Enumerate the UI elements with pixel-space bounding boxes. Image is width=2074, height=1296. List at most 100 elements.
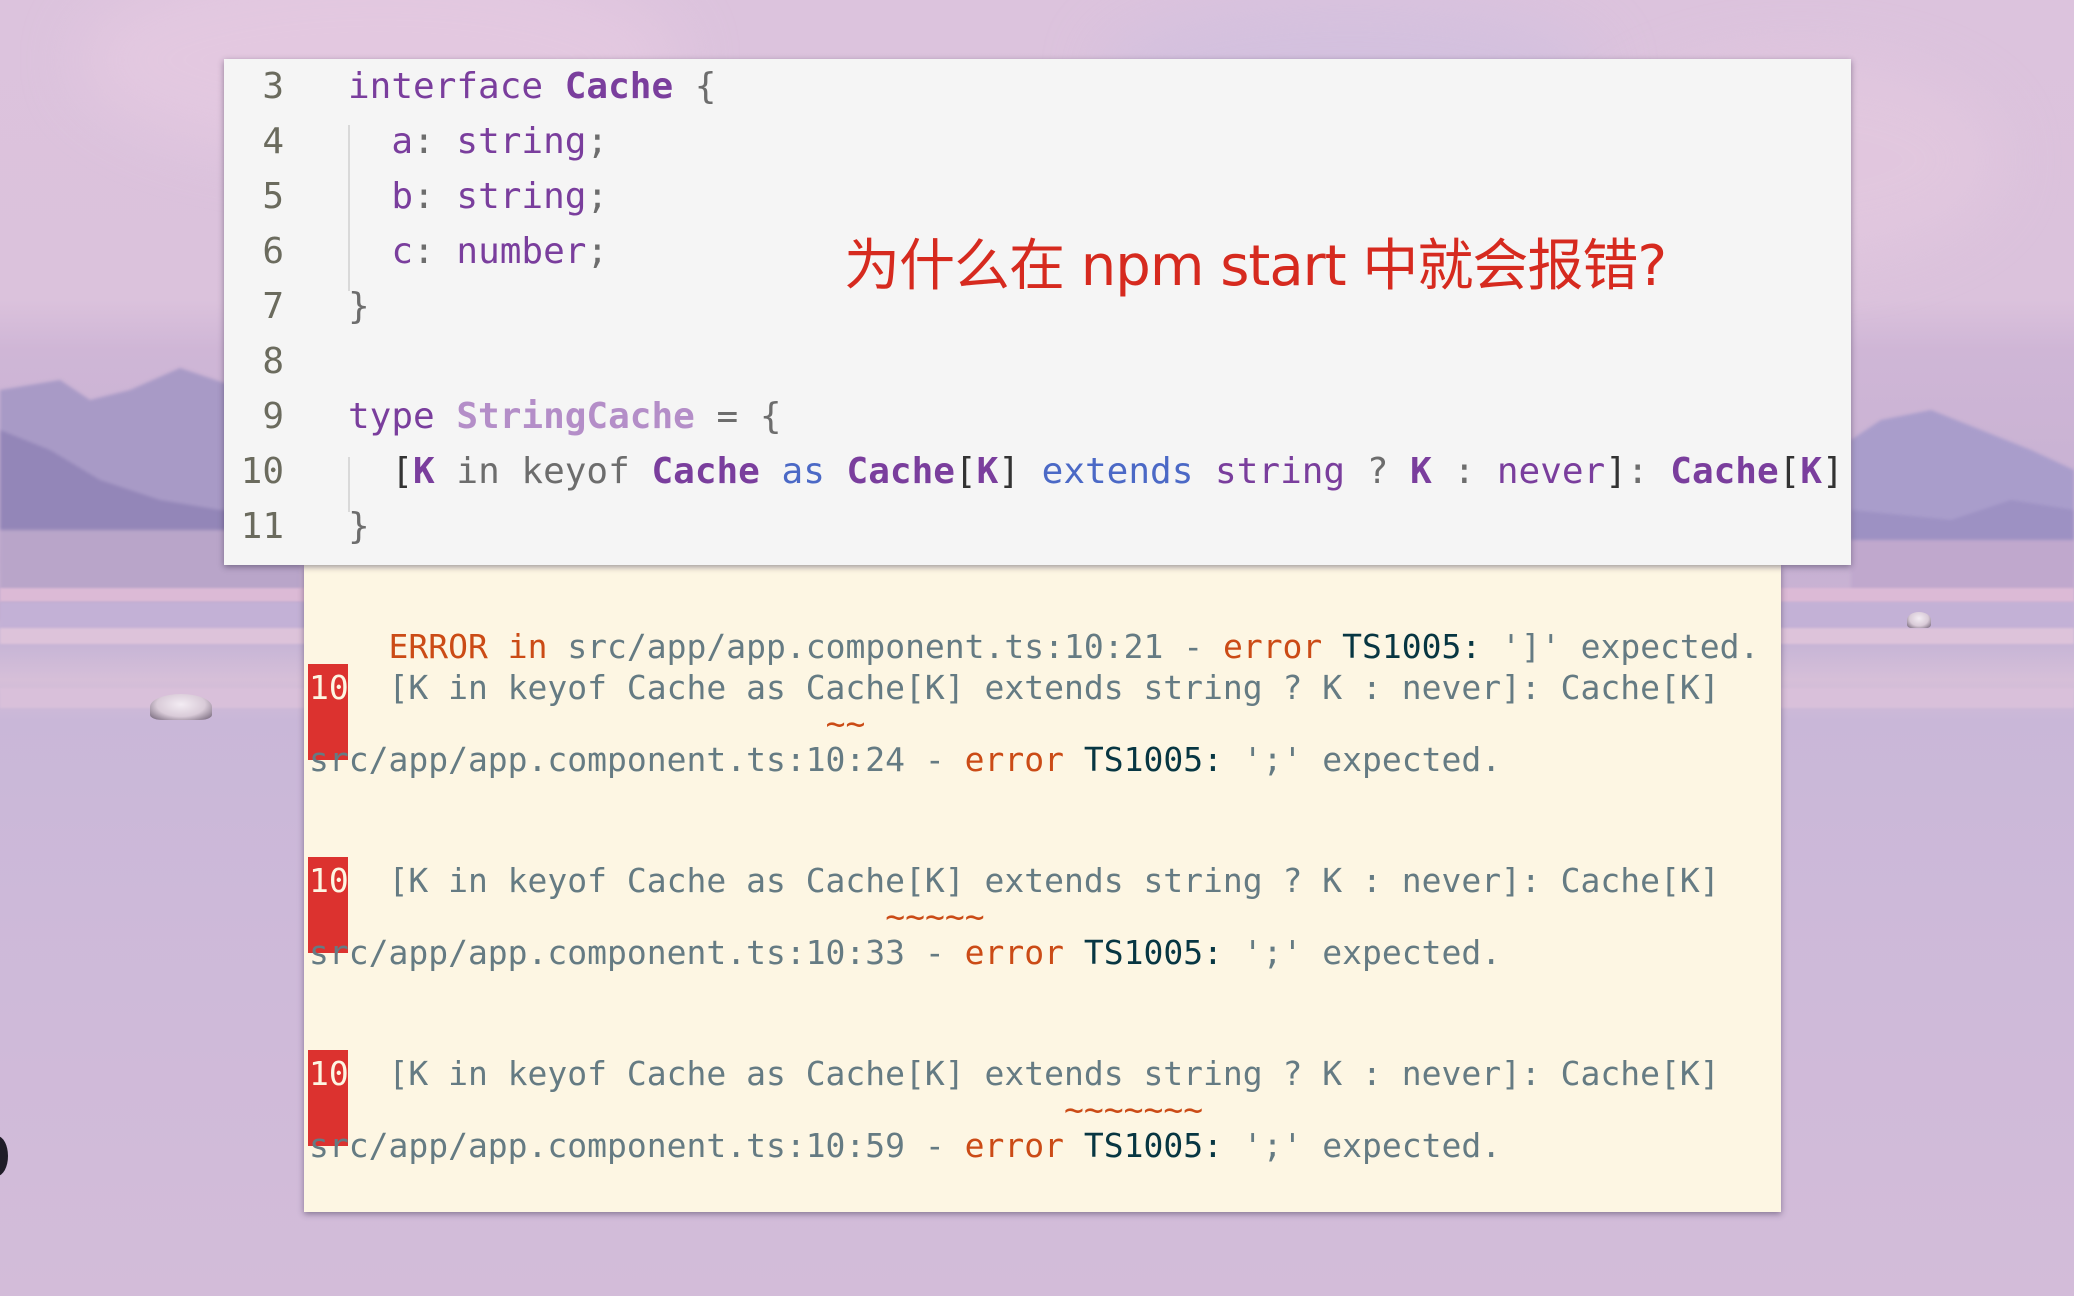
code-token: : — [413, 176, 457, 217]
code-text: type StringCache = { — [348, 389, 782, 444]
error-line-number: 10 — [309, 668, 349, 707]
code-token: { — [673, 66, 717, 107]
code-token: Cache — [846, 451, 955, 492]
terminal-error-panel: ERROR in src/app/app.component.ts:10:21 … — [304, 565, 1781, 1212]
code-token: : — [413, 121, 457, 162]
error-file-location: src/app/app.component.ts:10:24 — [309, 740, 906, 779]
error-in-word: in — [487, 627, 568, 666]
code-text: b: string; — [348, 169, 608, 224]
code-text: c: number; — [348, 224, 608, 279]
code-token: never — [1496, 451, 1606, 492]
error-message-line: src/app/app.component.ts:10:59 - error T… — [309, 1122, 1501, 1170]
code-token: in keyof — [434, 451, 652, 492]
code-token: K — [1410, 451, 1432, 492]
code-token: type — [348, 396, 457, 437]
code-token: [ — [348, 451, 414, 492]
question-annotation: 为什么在 npm start 中就会报错? — [844, 234, 1667, 299]
code-token: ; — [586, 176, 609, 217]
line-number: 7 — [262, 286, 284, 327]
code-token: extends — [1041, 451, 1216, 492]
lake-rock — [150, 694, 212, 720]
error-label: error — [964, 740, 1064, 779]
code-token: = { — [694, 396, 782, 437]
error-dash: - — [905, 1126, 965, 1165]
code-token: K — [1800, 451, 1823, 492]
error-source-line: [K in keyof Cache as Cache[K] extends st… — [348, 668, 1720, 707]
line-number: 9 — [262, 396, 284, 437]
code-line: 10 [K in keyof Cache as Cache[K] extends… — [224, 444, 1851, 499]
error-line-number: 10 — [309, 1054, 349, 1093]
line-number: 6 — [262, 231, 284, 272]
code-token: : — [413, 231, 457, 272]
error-source-line: [K in keyof Cache as Cache[K] extends st… — [348, 1054, 1720, 1093]
error-message-line: src/app/app.component.ts:10:24 - error T… — [309, 736, 1501, 784]
code-editor-panel: 3 interface Cache {4 a: string; 5 b: strin… — [224, 59, 1851, 565]
code-token: string — [1215, 451, 1346, 492]
error-dash: - — [1163, 627, 1223, 666]
error-label: error — [964, 933, 1064, 972]
error-code: TS1005: — [1322, 627, 1482, 666]
line-number: 10 — [240, 451, 284, 492]
code-token: as — [759, 451, 847, 492]
code-token: Cache — [651, 451, 760, 492]
code-token: interface — [348, 66, 565, 107]
error-code: TS1005: — [1063, 933, 1223, 972]
error-file-location: src/app/app.component.ts:10:59 — [309, 1126, 906, 1165]
error-line-number: 10 — [309, 861, 349, 900]
code-text: } — [348, 279, 370, 334]
code-line: 4 a: string; — [224, 114, 1851, 169]
code-token: ] — [1822, 451, 1844, 492]
line-number: 8 — [262, 341, 284, 382]
error-code: TS1005: — [1063, 740, 1223, 779]
line-number: 4 — [262, 121, 284, 162]
error-code: TS1005: — [1063, 1126, 1223, 1165]
code-token: ; — [586, 121, 609, 162]
error-message: ']' expected. — [1481, 627, 1760, 666]
code-token: } — [348, 286, 370, 327]
code-line: 3 interface Cache { — [224, 59, 1851, 114]
code-token: K — [413, 451, 435, 492]
code-token: ] — [998, 451, 1042, 492]
error-header-line: ERROR in src/app/app.component.ts:10:21 … — [309, 575, 1759, 666]
code-token: Cache — [564, 66, 674, 107]
error-dash: - — [905, 740, 965, 779]
error-dash: - — [905, 933, 965, 972]
line-number: 3 — [262, 66, 284, 107]
code-token: ? — [1345, 451, 1411, 492]
code-token: StringCache — [456, 396, 695, 437]
code-line: 5 b: string; — [224, 169, 1851, 224]
code-token: : — [1626, 451, 1671, 492]
code-text: interface Cache { — [348, 59, 716, 114]
code-text: } — [348, 499, 370, 554]
code-token: : — [1431, 451, 1497, 492]
error-message: ';' expected. — [1222, 933, 1502, 972]
error-keyword: ERROR — [388, 627, 488, 666]
dock-indicator — [0, 1136, 8, 1176]
error-message: ';' expected. — [1222, 1126, 1502, 1165]
code-text: [K in keyof Cache as Cache[K] extends st… — [348, 444, 1844, 499]
error-source-line: [K in keyof Cache as Cache[K] extends st… — [348, 861, 1720, 900]
error-label: error — [1222, 627, 1323, 666]
code-token: string — [456, 176, 587, 217]
code-line: 8 — [224, 334, 1851, 389]
code-text: a: string; — [348, 114, 608, 169]
code-token: } — [348, 506, 370, 547]
code-token: string — [456, 121, 587, 162]
code-token: ; — [586, 231, 609, 272]
code-line: 11} — [224, 499, 1851, 554]
code-token: number — [456, 231, 587, 272]
error-label: error — [964, 1126, 1064, 1165]
lake-rock — [1907, 612, 1931, 628]
code-token: K — [976, 451, 999, 492]
code-token: ] — [1605, 451, 1627, 492]
code-token: Cache — [1670, 451, 1779, 492]
error-file-location: src/app/app.component.ts:10:21 — [567, 627, 1164, 666]
code-token: [ — [954, 451, 977, 492]
error-message: ';' expected. — [1222, 740, 1502, 779]
error-file-location: src/app/app.component.ts:10:33 — [309, 933, 906, 972]
line-number: 11 — [240, 506, 284, 547]
code-token: a — [348, 121, 414, 162]
line-number: 5 — [262, 176, 284, 217]
mountains-right — [1851, 410, 2074, 600]
code-line: 9 type StringCache = { — [224, 389, 1851, 444]
